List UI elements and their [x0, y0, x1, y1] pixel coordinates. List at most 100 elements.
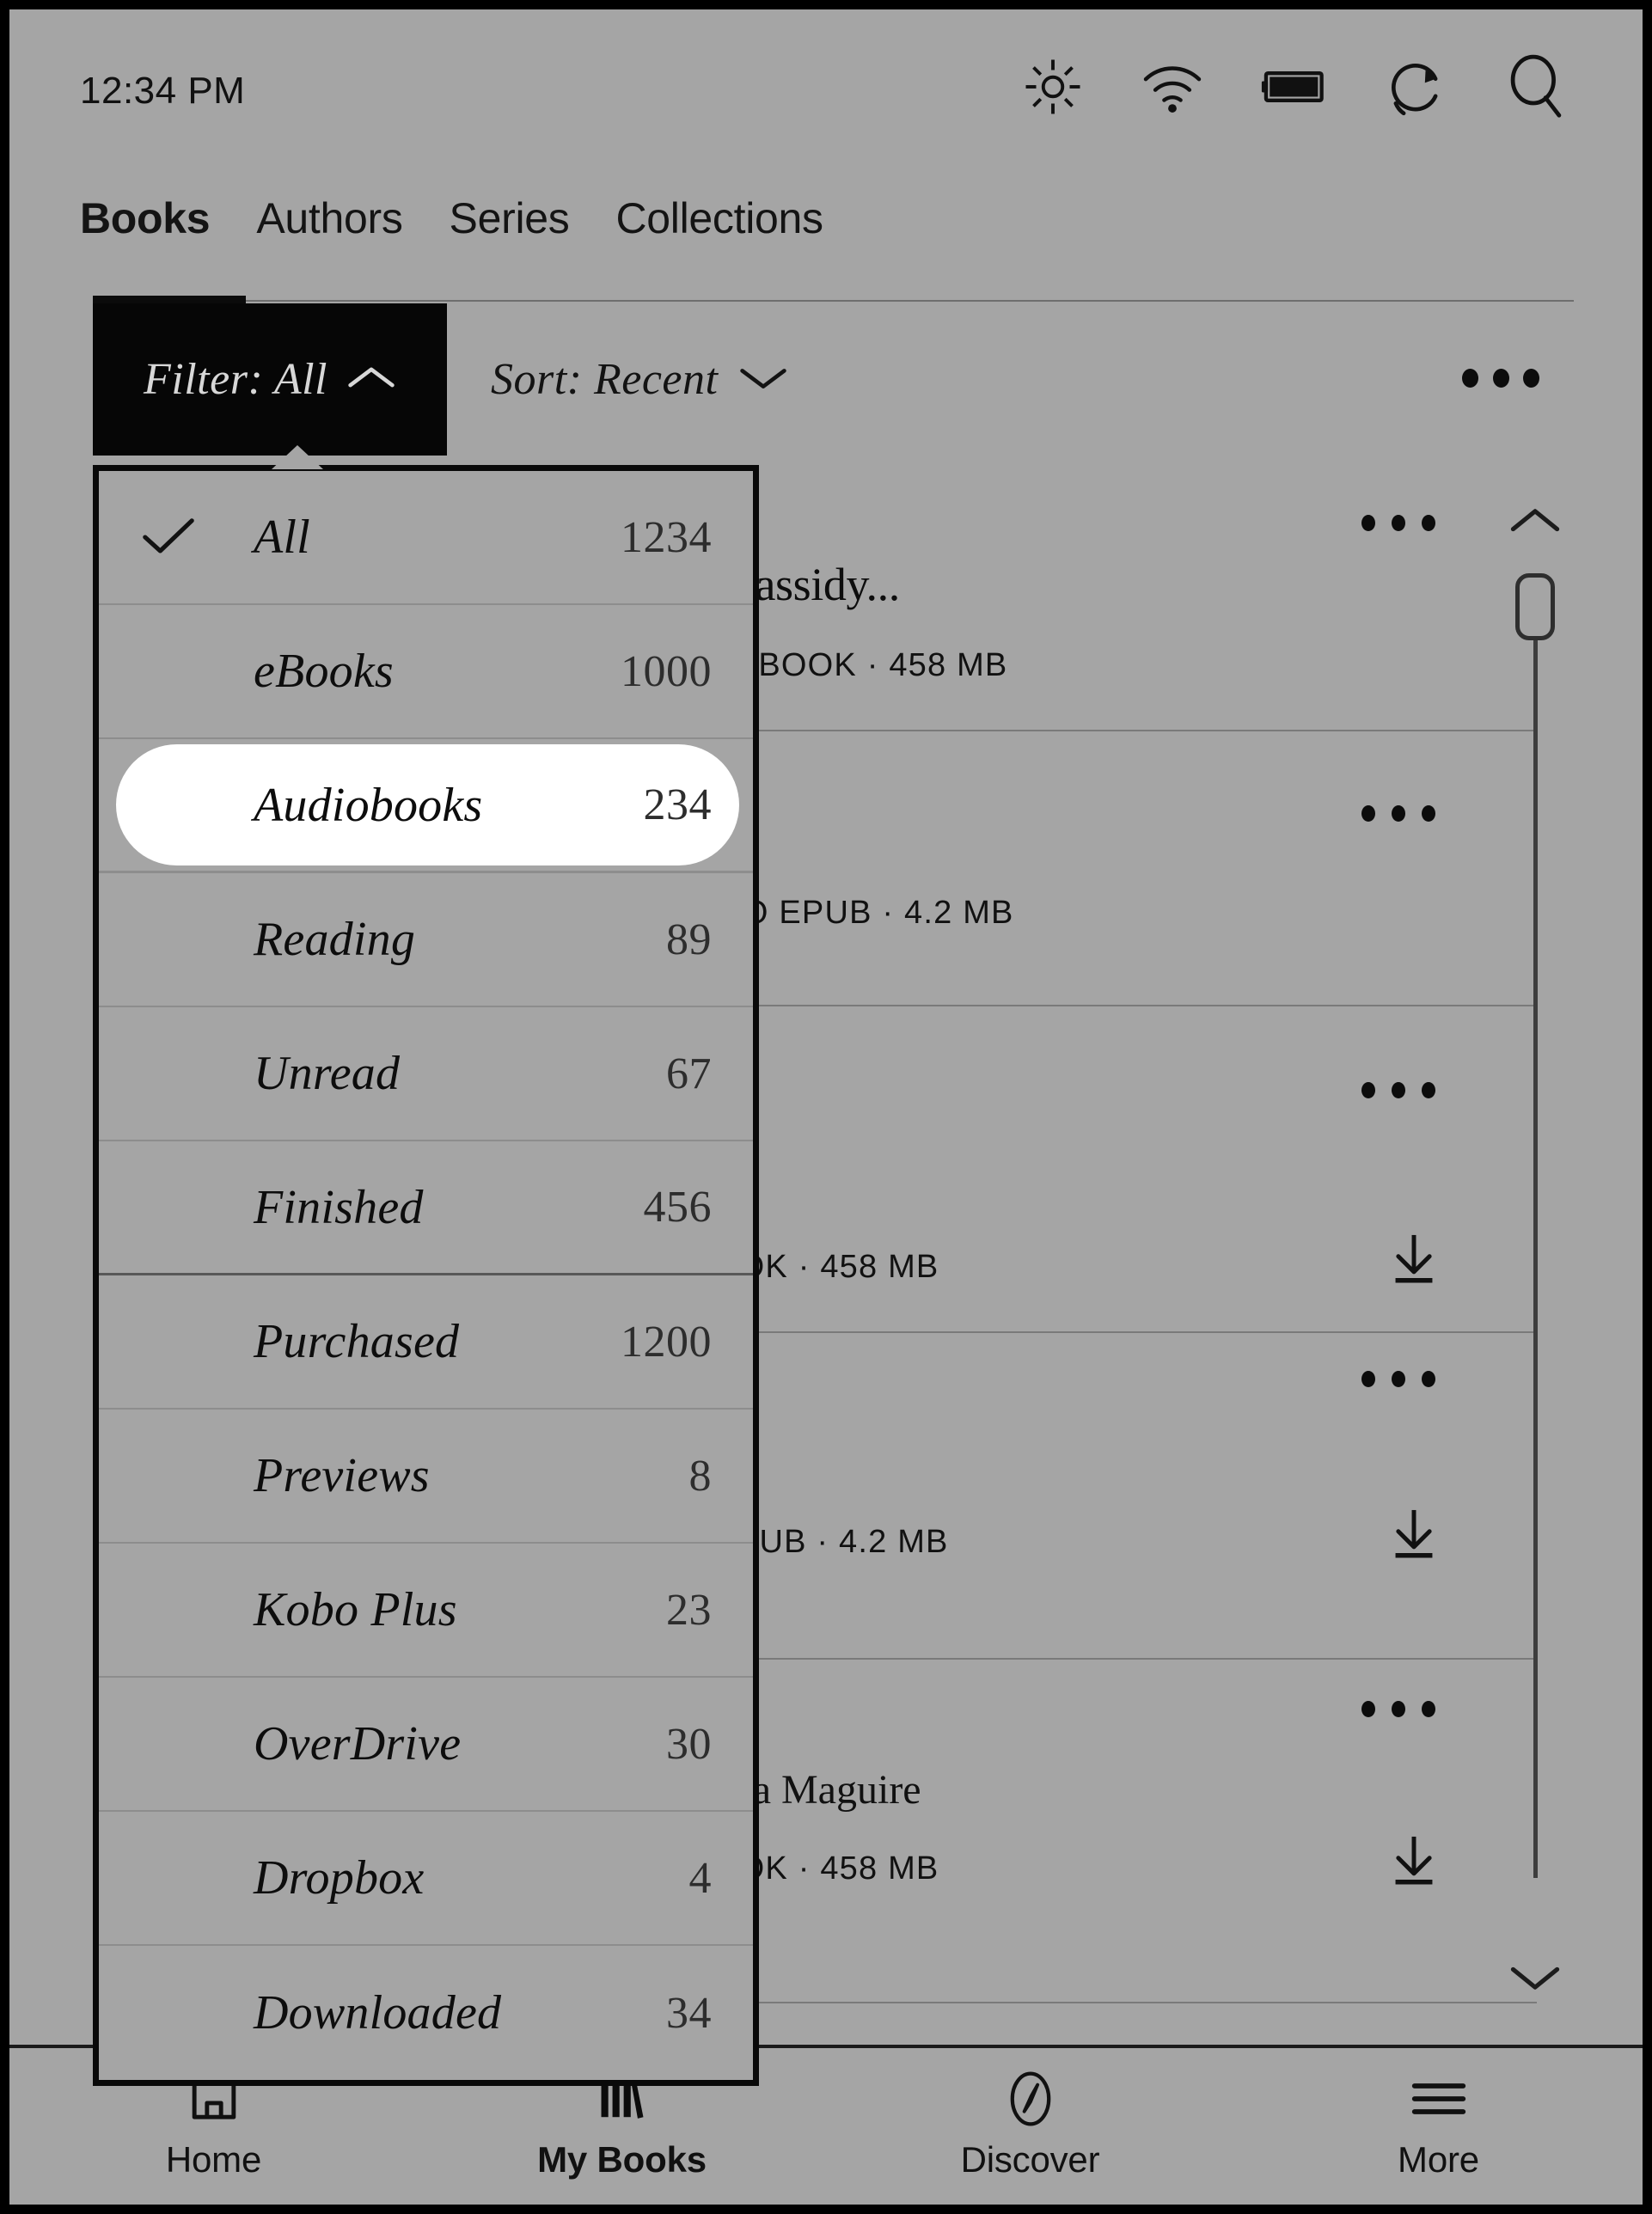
nav-item-label: Discover: [960, 2139, 1100, 2180]
filter-item-label: Previews: [254, 1449, 430, 1502]
filter-item-count: 4: [688, 1853, 712, 1903]
tab-collections[interactable]: Collections: [615, 197, 823, 240]
chevron-down-icon: [738, 362, 788, 397]
status-bar: 12:34 PM: [9, 9, 1643, 147]
filter-item-label: All: [254, 511, 310, 564]
dot-icon: [1422, 1700, 1435, 1717]
dot-icon: [1422, 804, 1435, 822]
filter-item-count: 1000: [621, 646, 712, 696]
filter-item-previews[interactable]: Previews 8: [99, 1410, 753, 1544]
filter-item-kobo-plus[interactable]: Kobo Plus 23: [99, 1544, 753, 1678]
dot-icon: [1523, 369, 1539, 388]
dot-icon: [1422, 514, 1435, 531]
tab-authors[interactable]: Authors: [256, 197, 403, 240]
filter-item-label: Dropbox: [254, 1851, 425, 1905]
dot-icon: [1361, 514, 1375, 531]
dot-icon: [1361, 1081, 1375, 1098]
row-overflow-button[interactable]: [1361, 492, 1435, 553]
filter-item-label: eBooks: [254, 645, 394, 698]
row-overflow-button[interactable]: [1361, 1679, 1435, 1739]
filter-item-label: Finished: [254, 1180, 424, 1234]
filter-item-count: 1200: [621, 1317, 712, 1367]
nav-item-label: My Books: [537, 2139, 707, 2180]
dot-icon: [1462, 369, 1478, 388]
sync-icon[interactable]: [1385, 55, 1447, 123]
filter-item-audiobooks[interactable]: Audiobooks 234: [99, 739, 753, 873]
row-overflow-button[interactable]: [1361, 1060, 1435, 1120]
library-tabs: Books Authors Series Collections: [9, 197, 1643, 276]
scroll-down-chevron-icon[interactable]: [1508, 1960, 1563, 1999]
dot-icon: [1361, 804, 1375, 822]
dot-icon: [1361, 1370, 1375, 1387]
nav-item-more[interactable]: More: [1234, 2048, 1643, 2205]
tab-series[interactable]: Series: [450, 197, 570, 240]
scroll-up-chevron-icon[interactable]: [1508, 504, 1563, 542]
active-tab-underline: [93, 296, 246, 303]
scrollbar-line: [1533, 606, 1538, 1878]
filter-item-label: Unread: [254, 1047, 401, 1100]
status-clock: 12:34 PM: [80, 70, 246, 112]
dot-icon: [1422, 1370, 1435, 1387]
scrollbar-thumb[interactable]: [1515, 573, 1555, 640]
download-icon[interactable]: [1386, 1232, 1442, 1291]
filter-item-reading[interactable]: Reading 89: [99, 873, 753, 1007]
ereader-screen: 12:34 PM Books Authors Series Collection…: [0, 0, 1652, 2214]
download-icon[interactable]: [1386, 1507, 1442, 1566]
dot-icon: [1422, 1081, 1435, 1098]
dot-icon: [1392, 1370, 1405, 1387]
search-icon[interactable]: [1503, 52, 1569, 125]
scrollbar-track[interactable]: [1509, 573, 1561, 1930]
dot-icon: [1392, 514, 1405, 531]
filter-item-unread[interactable]: Unread 67: [99, 1007, 753, 1141]
filter-item-dropbox[interactable]: Dropbox 4: [99, 1812, 753, 1946]
filter-item-count: 8: [688, 1451, 712, 1501]
filter-dropdown-menu: All 1234 eBooks 1000 Audiobooks 234 Read…: [93, 465, 759, 2086]
list-overflow-button[interactable]: [1462, 348, 1539, 408]
ereader-device: 12:34 PM Books Authors Series Collection…: [0, 0, 1652, 2214]
hamburger-icon: [1409, 2072, 1469, 2125]
filter-item-count: 23: [666, 1585, 712, 1635]
filter-item-overdrive[interactable]: OverDrive 30: [99, 1678, 753, 1812]
filter-item-label: Purchased: [254, 1315, 460, 1368]
filter-item-label: Downloaded: [254, 1986, 502, 2040]
filter-item-count: 456: [643, 1183, 712, 1232]
filter-item-label: OverDrive: [254, 1717, 462, 1771]
filter-item-finished[interactable]: Finished 456: [99, 1141, 753, 1275]
row-overflow-button[interactable]: [1361, 783, 1435, 843]
row-overflow-button[interactable]: [1361, 1349, 1435, 1409]
nav-item-discover[interactable]: Discover: [826, 2048, 1234, 2205]
battery-icon[interactable]: [1261, 67, 1328, 111]
filter-item-label: Audiobooks: [254, 778, 483, 832]
nav-item-label: More: [1398, 2139, 1479, 2180]
filter-item-purchased[interactable]: Purchased 1200: [99, 1275, 753, 1410]
vertical-scrollbar[interactable]: [1498, 504, 1572, 1999]
filter-button[interactable]: Filter: All: [93, 303, 447, 456]
tabs-divider: [95, 300, 1574, 302]
dot-icon: [1361, 1700, 1375, 1717]
dot-icon: [1492, 369, 1509, 388]
tab-books[interactable]: Books: [80, 197, 211, 240]
brightness-icon[interactable]: [1022, 56, 1084, 122]
filter-item-count: 234: [643, 780, 712, 829]
check-icon: [138, 517, 199, 558]
dot-icon: [1392, 1081, 1405, 1098]
filter-item-label: Kobo Plus: [254, 1583, 457, 1636]
download-icon[interactable]: [1386, 1833, 1442, 1893]
list-controls: Filter: All Sort: Recent: [9, 303, 1643, 456]
filter-item-count: 67: [666, 1049, 712, 1098]
sort-button[interactable]: Sort: Recent: [491, 303, 788, 456]
nav-item-label: Home: [165, 2139, 262, 2180]
filter-item-label: Reading: [254, 913, 416, 966]
status-icon-group: [1022, 52, 1569, 125]
filter-item-count: 30: [666, 1719, 712, 1769]
filter-item-all[interactable]: All 1234: [99, 471, 753, 605]
compass-icon: [1004, 2071, 1057, 2126]
filter-item-count: 89: [666, 914, 712, 964]
sort-button-label: Sort: Recent: [491, 355, 719, 404]
filter-item-ebooks[interactable]: eBooks 1000: [99, 605, 753, 739]
filter-item-downloaded[interactable]: Downloaded 34: [99, 1946, 753, 2080]
dot-icon: [1392, 1700, 1405, 1717]
wifi-icon[interactable]: [1141, 60, 1204, 118]
chevron-up-icon: [346, 362, 396, 397]
filter-item-count: 34: [666, 1988, 712, 2038]
